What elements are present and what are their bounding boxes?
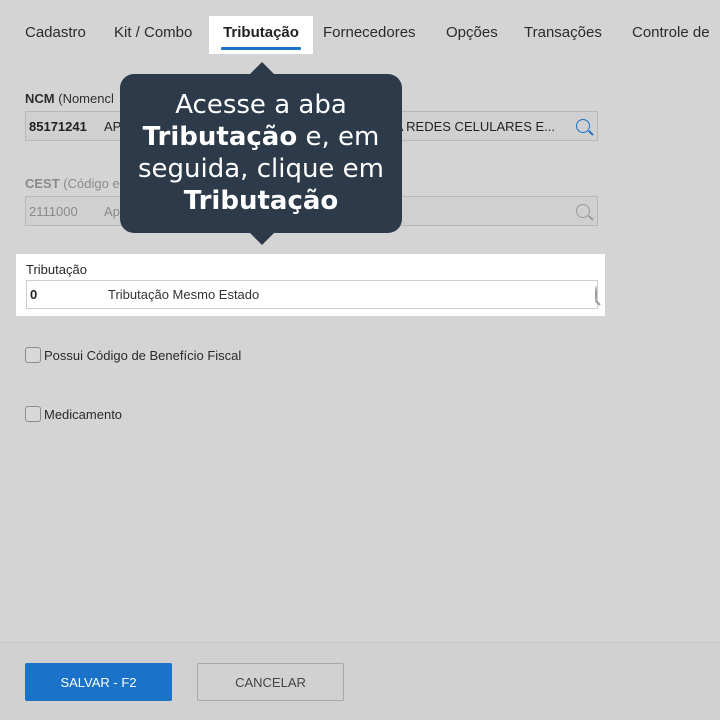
tooltip-line-1: Acesse a aba [175,90,347,120]
search-icon [595,286,597,303]
cest-search-button[interactable] [569,197,597,225]
ncm-label: NCM (Nomencl [25,91,114,106]
tooltip-bold-1: Tributação [142,122,298,152]
guide-tooltip: Acesse a aba Tributação e, em seguida, c… [120,62,402,245]
tooltip-line-4: Tributação [120,185,402,217]
cancel-button[interactable]: CANCELAR [197,663,344,701]
tooltip-line-3: seguida, clique em [137,154,385,184]
medicamento-checkbox-row[interactable]: Medicamento [25,406,122,422]
tributacao-highlight: Tributação 0 Tributação Mesmo Estado [16,254,605,316]
medicamento-label: Medicamento [44,406,123,422]
beneficio-checkbox-row[interactable]: Possui Código de Benefício Fiscal [25,347,241,363]
tooltip-line-2-rest: e, em [305,122,380,152]
medicamento-checkbox[interactable] [25,406,41,422]
footer-bar: SALVAR - F2 CANCELAR [0,642,720,720]
ncm-label-bold: NCM [25,91,55,106]
tab-transacoes[interactable]: Transações [524,24,602,41]
cest-label: CEST (Código e [25,176,120,191]
tributacao-search-button[interactable] [595,286,597,303]
ncm-code: 85171241 [29,118,87,134]
cest-label-bold: CEST [25,176,60,191]
ncm-desc-right: A REDES CELULARES E... [394,118,555,134]
tooltip-line-2: Tributação e, em [120,121,402,153]
tributacao-desc: Tributação Mesmo Estado [108,287,260,302]
tab-kit-combo[interactable]: Kit / Combo [114,24,192,41]
tab-fornecedores[interactable]: Fornecedores [323,24,416,41]
tab-bar: Cadastro Kit / Combo Tributação Forneced… [0,0,720,70]
search-icon [576,119,590,133]
cest-label-rest: (Código e [63,176,120,191]
tab-opcoes[interactable]: Opções [446,24,498,41]
cest-code: 2111000 [29,203,78,219]
save-button[interactable]: SALVAR - F2 [25,663,172,701]
ncm-search-button[interactable] [569,112,597,140]
tributacao-code: 0 [30,287,38,302]
ncm-label-rest: (Nomencl [58,91,114,106]
search-icon [576,204,590,218]
tooltip-bold-2: Tributação [183,186,339,216]
tab-cadastro[interactable]: Cadastro [25,24,86,41]
tributacao-label: Tributação [26,262,87,277]
beneficio-checkbox[interactable] [25,347,41,363]
beneficio-label: Possui Código de Benefício Fiscal [44,347,242,363]
active-tab-indicator [221,47,301,50]
tab-controle[interactable]: Controle de [632,24,710,41]
tab-tributacao[interactable]: Tributação [209,16,313,54]
tooltip-arrow-up [250,62,274,74]
tooltip-arrow-down [250,233,274,245]
tributacao-field[interactable]: 0 Tributação Mesmo Estado [26,280,598,309]
